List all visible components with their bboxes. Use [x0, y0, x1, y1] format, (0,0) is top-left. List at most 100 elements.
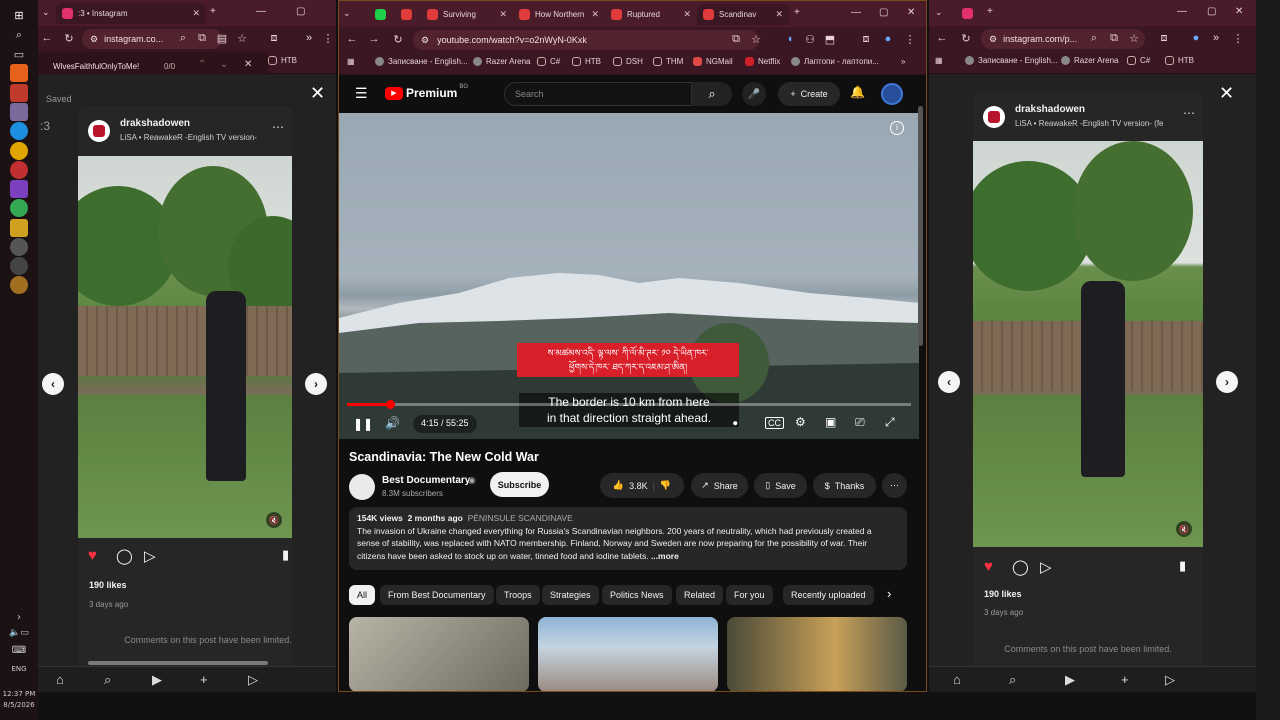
likes-count[interactable]: 190 likes	[984, 589, 1022, 599]
back-icon[interactable]: ←	[40, 32, 54, 44]
find-prev-icon[interactable]: ⌃	[198, 59, 206, 70]
install-icon[interactable]: ⧉	[195, 32, 209, 45]
maximize-icon[interactable]: ▢	[1207, 6, 1216, 17]
video-thumbnail[interactable]	[538, 617, 718, 691]
find-input[interactable]: WlvesFaithfulOnlyToMe!	[53, 62, 139, 71]
chrome-active-icon[interactable]	[10, 276, 28, 294]
bookmark-item[interactable]: NGMail	[693, 57, 733, 66]
bookmark-item[interactable]: Записване - English...	[965, 56, 1058, 65]
language-indicator[interactable]: ENG	[0, 665, 38, 673]
like-heart-icon[interactable]: ♥	[88, 547, 97, 564]
extensions-icon[interactable]: ⧈	[859, 33, 873, 46]
onenote-icon[interactable]	[10, 180, 28, 198]
bookmark-star-icon[interactable]: ☆	[1127, 32, 1141, 45]
share-icon[interactable]: ▷	[1040, 558, 1052, 576]
share-icon[interactable]: ▷	[144, 547, 156, 565]
forward-icon[interactable]: →	[367, 33, 381, 45]
likes-count[interactable]: 190 likes	[89, 580, 127, 590]
bookmark-item[interactable]: Razer Arena	[473, 57, 530, 66]
avatar[interactable]	[88, 120, 110, 142]
instagram-tab-icon[interactable]	[962, 8, 973, 19]
captions-icon[interactable]: CC	[765, 417, 784, 429]
channel-avatar[interactable]	[349, 474, 375, 500]
like-icon[interactable]: 👍	[613, 480, 624, 491]
photos-icon[interactable]	[10, 103, 28, 121]
app-icon[interactable]	[10, 84, 28, 102]
next-post-icon[interactable]: ›	[1216, 371, 1238, 393]
apps-icon[interactable]: ▦	[935, 56, 943, 65]
profile-icon[interactable]: ●	[1189, 32, 1203, 44]
chip-recently-uploaded[interactable]: Recently uploaded	[783, 585, 874, 605]
close-tab-icon[interactable]: ✕	[499, 9, 507, 20]
reload-icon[interactable]: ↻	[62, 32, 76, 45]
prev-post-icon[interactable]: ‹	[42, 373, 64, 395]
bookmark-item[interactable]: НТВ	[1165, 56, 1194, 65]
close-tab-icon[interactable]: ✕	[775, 9, 783, 20]
video-thumbnail[interactable]	[349, 617, 529, 691]
youtube-logo[interactable]: ▶ Premium BG	[385, 84, 468, 100]
horizontal-scrollbar[interactable]	[88, 661, 268, 665]
progress-track[interactable]	[347, 400, 911, 409]
minimize-icon[interactable]: —	[851, 7, 861, 18]
profile-icon[interactable]: ●	[881, 33, 895, 45]
save-bookmark-icon[interactable]: ▮	[282, 547, 289, 563]
reader-icon[interactable]: ▤	[215, 32, 229, 45]
create-icon[interactable]: +	[1121, 672, 1129, 687]
bookmark-item[interactable]: Netflix	[745, 57, 780, 66]
clock-app-icon[interactable]	[10, 257, 28, 275]
bookmark-item[interactable]: Лаптопи - лаптопи...	[791, 57, 879, 66]
search-input[interactable]: Search	[504, 82, 692, 106]
thanks-button[interactable]: $ Thanks	[813, 473, 876, 498]
save-button[interactable]: ▯ Save	[754, 473, 807, 498]
voice-search-icon[interactable]: 🎤	[742, 82, 766, 106]
notifications-bell-icon[interactable]: 🔔	[850, 85, 865, 99]
task-view-icon[interactable]: ▭	[10, 45, 28, 63]
bookmark-item[interactable]: DSH	[613, 57, 643, 66]
hamburger-menu-icon[interactable]: ☰	[355, 85, 368, 102]
dislike-icon[interactable]: 👎	[660, 480, 671, 491]
like-heart-icon[interactable]: ♥	[984, 558, 993, 575]
chip-from-channel[interactable]: From Best Documentary	[380, 585, 494, 605]
bookmark-star-icon[interactable]: ☆	[749, 33, 763, 46]
comment-icon[interactable]: ◯	[1012, 558, 1029, 576]
mute-icon[interactable]: 🔇	[1176, 521, 1192, 537]
home-icon[interactable]: ⌂	[56, 672, 64, 687]
vertical-scrollbar[interactable]	[918, 106, 923, 346]
tab-surviving[interactable]: Surviving ✕	[421, 4, 513, 25]
save-bookmark-icon[interactable]: ▮	[1179, 558, 1186, 574]
search-button[interactable]: ⌕	[692, 82, 732, 106]
prev-post-icon[interactable]: ‹	[938, 371, 960, 393]
tab-instagram[interactable]: :3 • Instagram ✕	[56, 3, 206, 24]
more-chevrons-icon[interactable]: »	[302, 32, 316, 44]
fullscreen-icon[interactable]: ⤢	[885, 415, 895, 430]
post-image[interactable]: 🔇	[78, 156, 292, 538]
post-username[interactable]: drakshadowen	[120, 118, 190, 129]
back-icon[interactable]: ←	[935, 32, 949, 44]
more-actions-icon[interactable]: ⋯	[882, 473, 907, 498]
minimize-icon[interactable]: —	[1177, 6, 1187, 17]
bookmark-item[interactable]: НТВ	[572, 57, 601, 66]
minimize-icon[interactable]: —	[256, 6, 266, 17]
maximize-icon[interactable]: ▢	[296, 6, 305, 17]
chip-related[interactable]: Related	[676, 585, 724, 605]
clock-date[interactable]: 8/5/2026	[0, 701, 38, 709]
extensions-icon[interactable]: ⧈	[267, 32, 281, 45]
close-window-icon[interactable]: ✕	[907, 7, 915, 18]
zoom-icon[interactable]: ⌕	[1087, 32, 1101, 45]
settings-gear-icon[interactable]: ⚙	[795, 415, 806, 429]
avatar[interactable]	[983, 106, 1005, 128]
chevron-up-icon[interactable]: ›	[0, 612, 38, 623]
search-icon[interactable]: ⌕	[10, 26, 28, 44]
close-tab-icon[interactable]: ✕	[591, 9, 599, 20]
mute-icon[interactable]: 🔇	[266, 512, 282, 528]
zoom-icon[interactable]: ⌕	[176, 32, 190, 45]
close-post-icon[interactable]: ✕	[1219, 83, 1234, 104]
site-info-icon[interactable]: ⚙	[989, 34, 997, 45]
subscribe-button[interactable]: Subscribe	[490, 472, 549, 497]
autoplay-icon[interactable]: ⏺	[733, 418, 738, 429]
maximize-icon[interactable]: ▢	[879, 7, 888, 18]
explore-icon[interactable]: ⌕	[1009, 672, 1016, 688]
bookmark-item[interactable]: C#	[1127, 56, 1150, 65]
chip-strategies[interactable]: Strategies	[542, 585, 599, 605]
more-chevrons-icon[interactable]: »	[1209, 32, 1223, 44]
